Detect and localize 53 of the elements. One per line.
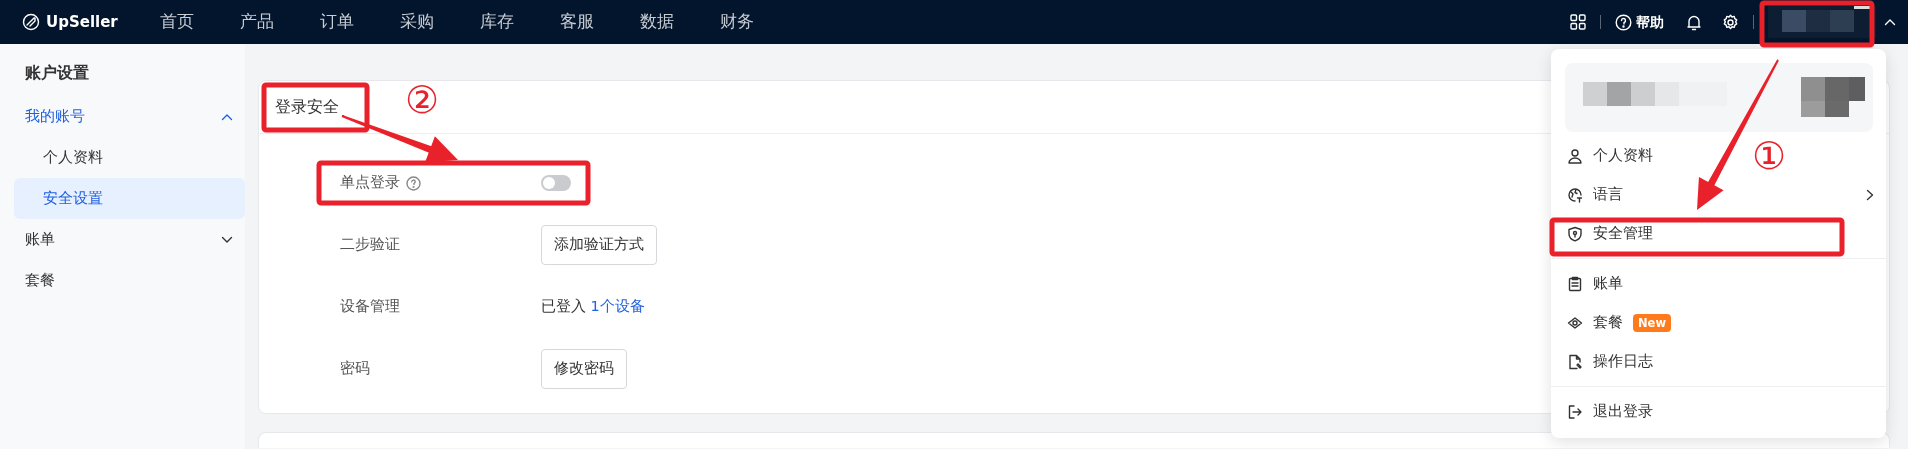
nav-menu-item[interactable]: 首页 (160, 9, 198, 35)
logo-icon (22, 13, 40, 31)
setting-label: 设备管理 (340, 297, 400, 317)
toggle-switch[interactable] (541, 175, 571, 191)
setting-label: 二步验证 (340, 235, 400, 255)
shield-icon (1567, 225, 1583, 242)
apps-grid-icon[interactable] (1570, 14, 1586, 30)
bell-icon[interactable] (1686, 13, 1702, 31)
menu-item[interactable]: 操作日志 (1551, 342, 1665, 381)
new-badge: New (1633, 313, 1672, 332)
menu-item[interactable]: 语言 (1551, 175, 1886, 214)
globe-icon (1567, 186, 1583, 203)
annotation-number: ① (1752, 136, 1787, 176)
action-button[interactable]: 修改密码 (541, 349, 627, 389)
brand-name: UpSeller (46, 11, 118, 33)
nav-menu-item[interactable]: 客服 (560, 9, 598, 35)
menu-item[interactable]: 安全管理 (1551, 214, 1665, 253)
nav-menu-item[interactable]: 库存 (480, 9, 518, 35)
clipboard-icon (1567, 275, 1583, 292)
sidebar-item[interactable]: 我的账号 (14, 96, 245, 137)
action-button[interactable]: 添加验证方式 (541, 225, 657, 265)
logout-icon (1567, 403, 1583, 420)
card-title: 登录安全 (275, 96, 339, 118)
chevron-down-icon (221, 235, 233, 244)
user-icon (1567, 147, 1583, 164)
nav-menu-item[interactable]: 订单 (320, 9, 358, 35)
menu-item[interactable]: 退出登录 (1551, 392, 1665, 431)
menu-item[interactable]: 个人资料 (1551, 136, 1665, 175)
menu-item[interactable]: 账单 (1551, 264, 1635, 303)
help-icon (1615, 13, 1632, 31)
device-link[interactable]: 1个设备 (590, 298, 645, 315)
annotation-number: ② (405, 80, 440, 120)
sidebar-subitem[interactable]: 个人资料 (14, 137, 245, 178)
help-button[interactable]: 帮助 (1615, 11, 1664, 33)
setting-label: 密码 (340, 359, 370, 379)
nav-menu-item[interactable]: 采购 (400, 9, 438, 35)
menu-item[interactable]: 套餐 New (1551, 303, 1684, 342)
sidebar-subitem[interactable]: 安全设置 (14, 178, 245, 219)
settings-icon[interactable] (1722, 13, 1739, 31)
nav-menu-item[interactable]: 财务 (720, 9, 758, 35)
help-icon[interactable] (406, 175, 421, 191)
nav-menu-item[interactable]: 产品 (240, 9, 278, 35)
nav-menu-item[interactable]: 数据 (640, 9, 678, 35)
document-edit-icon (1567, 353, 1583, 370)
pixelated-avatar[interactable] (1768, 6, 1876, 38)
gem-tag-icon (1567, 314, 1583, 331)
chevron-up-icon (221, 112, 233, 121)
setting-label: 单点登录 (340, 173, 400, 193)
sidebar-item[interactable]: 账单 (14, 219, 245, 260)
chevron-up-icon[interactable] (1884, 18, 1896, 26)
sidebar-item[interactable]: 套餐 (14, 260, 245, 301)
sidebar-title: 账户设置 (25, 62, 90, 84)
device-status: 已登入 1个设备 (541, 297, 645, 317)
